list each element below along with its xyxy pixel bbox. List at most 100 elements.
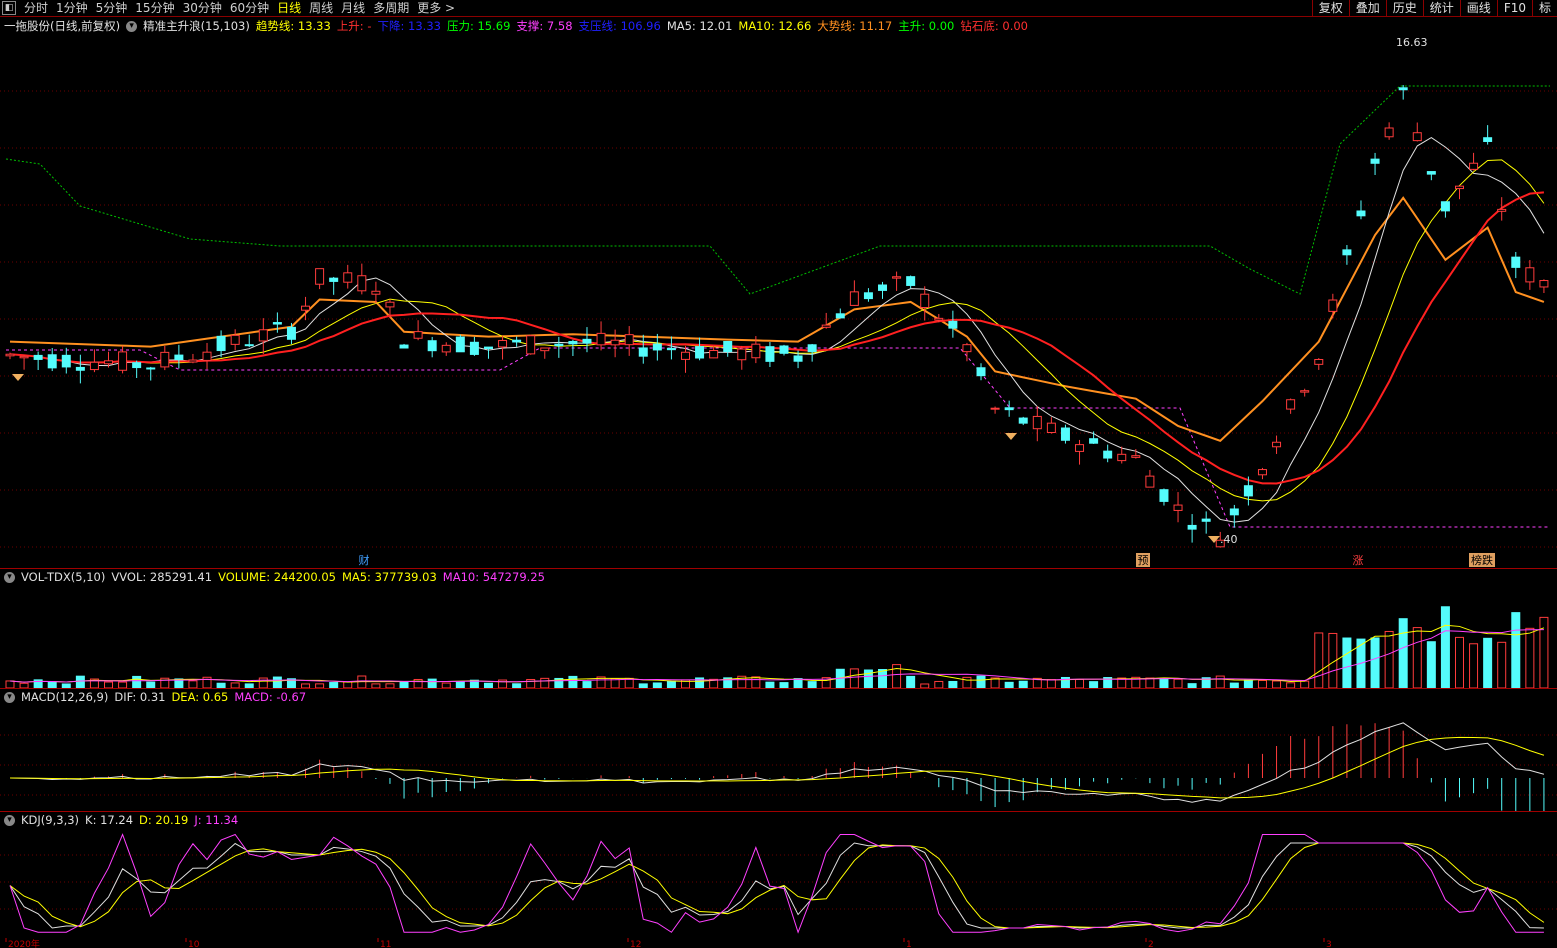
period-tab[interactable]: 月线	[337, 0, 369, 16]
kdj-legend: ▾ KDJ(9,3,3) K: 17.24 D: 20.19 J: 11.34	[4, 812, 250, 828]
period-tab[interactable]: 1分钟	[52, 0, 92, 16]
volume-bar	[1426, 641, 1436, 688]
d-line	[9, 842, 1545, 929]
candle-body	[821, 324, 831, 328]
indicator-menu-icon[interactable]: ▾	[126, 20, 138, 32]
volume-bar	[1525, 627, 1535, 688]
macd-legend: ▾ MACD(12,26,9) DIF: 0.31 DEA: 0.65 MACD: …	[4, 689, 318, 705]
candle-body	[737, 348, 747, 361]
candle-body	[1117, 453, 1127, 462]
candle-body	[934, 317, 944, 321]
tool-button[interactable]: 历史	[1385, 0, 1423, 16]
collapse-icon[interactable]: ◧	[2, 1, 16, 15]
volume-bar	[1469, 643, 1479, 688]
kdj-legend-items: K: 17.24 D: 20.19 J: 11.34	[85, 813, 244, 827]
candle-body	[835, 313, 845, 319]
volume-bar	[75, 675, 85, 688]
volume-chart[interactable]	[0, 585, 1557, 688]
period-tab[interactable]: 多周期	[369, 0, 413, 16]
candle-body	[906, 276, 916, 286]
legend-value: VVOL: 285291.41	[111, 570, 213, 584]
candle-body	[118, 351, 128, 371]
candle-body	[146, 367, 156, 370]
marker-label: 榜跌	[1471, 553, 1493, 567]
candle-body	[399, 344, 409, 349]
candle-body	[1497, 208, 1507, 212]
volume-bar	[1454, 636, 1464, 688]
candle-body	[582, 338, 592, 344]
candle-body	[526, 335, 536, 355]
candle-body	[512, 339, 522, 343]
volume-bar	[878, 669, 888, 688]
candle-body	[920, 293, 930, 309]
candle-body	[666, 347, 676, 351]
main-legend: 一拖股份(日线,前复权) ▾ 精准主升浪(15,103) 趋势线: 13.33 上…	[4, 18, 1040, 34]
vol-legend-items: VVOL: 285291.41 VOLUME: 244200.05 MA5: 377…	[111, 570, 551, 584]
period-tab[interactable]: 5分钟	[92, 0, 132, 16]
candle-body	[315, 268, 325, 285]
vol-menu-icon[interactable]: ▾	[4, 571, 15, 583]
candle-body	[1046, 422, 1056, 433]
candle-body	[793, 355, 803, 362]
macd-chart[interactable]	[0, 705, 1557, 811]
tool-button[interactable]: F10	[1496, 0, 1532, 16]
macd-menu-icon[interactable]: ▾	[4, 691, 15, 703]
indicator-name[interactable]: 精准主升浪(15,103)	[143, 18, 250, 34]
kdj-chart[interactable]	[0, 828, 1557, 938]
date-axis: 2020年 10 11 12 1 2 3	[5, 938, 1332, 948]
candlestick-chart[interactable]: 16.63 .40 财 预 涨 榜跌	[0, 34, 1557, 568]
candle-body	[568, 340, 578, 345]
kdj-menu-icon[interactable]: ▾	[4, 814, 15, 826]
candle-body	[624, 334, 634, 346]
candle-body	[863, 292, 873, 300]
candle-body	[779, 345, 789, 354]
candle-body	[709, 349, 719, 359]
legend-value: DEA: 0.65	[171, 690, 229, 704]
macd-name[interactable]: MACD(12,26,9)	[21, 690, 108, 704]
period-tabs: 分时 1分钟 5分钟 15分钟 30分钟 60分钟 日线 周线 月线 多周期 更多 >	[20, 0, 459, 16]
volume-bar	[568, 675, 578, 688]
stock-title[interactable]: 一拖股份(日线,前复权)	[4, 18, 120, 34]
period-tab[interactable]: 周线	[305, 0, 337, 16]
period-tab[interactable]: 30分钟	[179, 0, 226, 16]
vol-name[interactable]: VOL-TDX(5,10)	[21, 570, 105, 584]
volume-bar	[1257, 679, 1267, 688]
volume-bar	[540, 677, 550, 688]
candle-body	[75, 366, 85, 371]
candle-body	[216, 335, 226, 352]
volume-bar	[427, 678, 437, 688]
candle-body	[1384, 127, 1394, 138]
legend-value: J: 11.34	[194, 813, 239, 827]
volume-bar	[1511, 612, 1521, 688]
tool-button[interactable]: 统计	[1422, 0, 1460, 16]
period-tab[interactable]: 日线	[273, 0, 305, 16]
candle-body	[202, 351, 212, 361]
period-tab[interactable]: 更多 >	[413, 0, 459, 16]
volume-bar	[1272, 680, 1282, 688]
candle-body	[1173, 504, 1183, 511]
volume-bar	[1215, 675, 1225, 688]
period-tab[interactable]: 60分钟	[226, 0, 273, 16]
candle-body	[1426, 171, 1436, 175]
tool-button[interactable]: 画线	[1459, 0, 1497, 16]
candle-body	[1075, 444, 1085, 452]
candle-body	[174, 354, 184, 361]
kdj-name[interactable]: KDJ(9,3,3)	[21, 813, 79, 827]
volume-bar	[1243, 679, 1253, 688]
volume-bar	[188, 680, 198, 688]
candle-body	[1412, 132, 1422, 142]
axis-label: 3	[1326, 940, 1332, 948]
period-tab[interactable]: 15分钟	[131, 0, 178, 16]
candle-body	[1511, 256, 1521, 268]
vol-legend: ▾ VOL-TDX(5,10) VVOL: 285291.41 VOLUME: 2…	[4, 569, 557, 585]
marker-label: 预	[1138, 554, 1149, 567]
candle-body	[1159, 489, 1169, 502]
candle-body	[1356, 210, 1366, 217]
tool-button[interactable]: 复权	[1311, 0, 1349, 16]
tool-button[interactable]: 标	[1531, 0, 1557, 16]
candle-body	[1286, 399, 1296, 410]
volume-bar	[976, 675, 986, 688]
period-tab[interactable]: 分时	[20, 0, 52, 16]
candle-body	[652, 343, 662, 351]
tool-button[interactable]: 叠加	[1348, 0, 1386, 16]
